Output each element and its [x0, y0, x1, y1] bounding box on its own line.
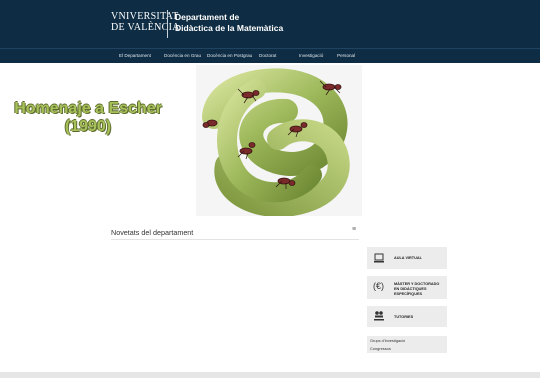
- master-doctorado-label: MÀSTER Y DOCTORADO EN DIDÁCTIQUES ESPECÍ…: [394, 282, 447, 297]
- link-grups-investigacio[interactable]: Grups d'Investigació: [370, 338, 405, 343]
- master-label-line-1: MÀSTER Y DOCTORADO: [394, 282, 440, 286]
- sidebar-links: Grups d'Investigació Congressos: [367, 336, 447, 353]
- top-header: VNIVERSITAT DE VALÈNCIA Departament de D…: [0, 0, 540, 48]
- hero-title-line-2: (1990): [64, 118, 112, 135]
- escher-knot-illustration: [202, 68, 350, 218]
- hero-title-line-1: Homenaje a Escher: [14, 100, 162, 117]
- people-icon: [373, 310, 385, 325]
- euro-icon: (€): [373, 281, 384, 291]
- nav-item-investigacio[interactable]: Investigació: [299, 53, 323, 58]
- dept-title-line-1: Departament de: [175, 12, 240, 22]
- department-title[interactable]: Departament de Didàctica de la Matemàtic…: [175, 12, 283, 34]
- nav-item-docencia-postgrau[interactable]: Docència en Postgrau: [207, 53, 252, 58]
- footer-bar: [0, 372, 540, 378]
- logo-divider: [167, 10, 168, 38]
- logo-line-2: DE VALÈNCIA: [111, 22, 180, 33]
- main-nav: El Departament Docència en Grau Docència…: [0, 48, 540, 63]
- master-label-line-2: EN DIDÁCTIQUES ESPECÍFIQUES: [394, 287, 427, 296]
- logo-line-1: VNIVERSITAT: [111, 11, 179, 22]
- nav-item-departament[interactable]: El Departament: [119, 53, 151, 58]
- master-doctorado-button[interactable]: (€) MÀSTER Y DOCTORADO EN DIDÁCTIQUES ES…: [367, 276, 447, 299]
- tutories-button[interactable]: TUTORIES: [367, 306, 447, 327]
- laptop-icon: [373, 252, 385, 267]
- news-menu-icon[interactable]: ≡: [352, 226, 356, 233]
- news-divider: [111, 239, 359, 240]
- link-congressos[interactable]: Congressos: [370, 346, 391, 351]
- tutories-label: TUTORIES: [394, 315, 414, 319]
- hero-image: [196, 65, 362, 218]
- nav-item-docencia-grau[interactable]: Docència en Grau: [164, 53, 201, 58]
- dept-title-line-2: Didàctica de la Matemàtica: [175, 23, 284, 33]
- hero-title: Homenaje a Escher (1990): [14, 100, 162, 136]
- nav-item-personal[interactable]: Personal: [337, 53, 355, 58]
- aula-virtual-button[interactable]: AULA VIRTUAL: [367, 247, 447, 269]
- nav-item-doctorat[interactable]: Doctorat: [259, 53, 276, 58]
- university-logo[interactable]: VNIVERSITAT DE VALÈNCIA: [111, 11, 180, 33]
- aula-virtual-label: AULA VIRTUAL: [394, 256, 422, 260]
- news-section-title: Novetats del departament: [111, 228, 194, 237]
